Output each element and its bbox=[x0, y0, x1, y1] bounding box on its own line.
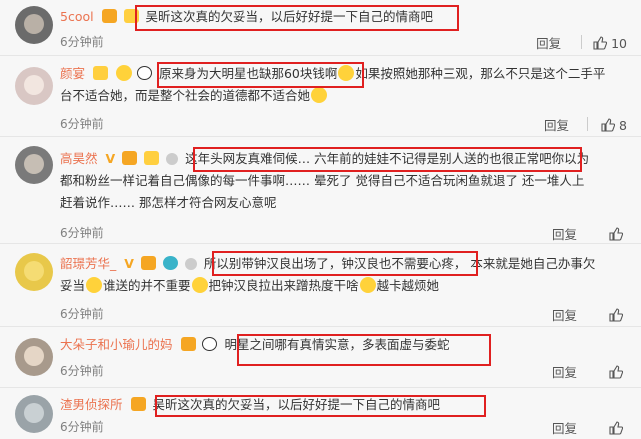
comment-feed: 5cool 吴昕这次真的欠妥当，以后好好提一下自己的情商吧 6分钟前 回复 10… bbox=[0, 0, 641, 439]
vip-badge-icon bbox=[130, 397, 146, 411]
comment-item: 5cool 吴昕这次真的欠妥当，以后好好提一下自己的情商吧 6分钟前 回复 10 bbox=[0, 0, 641, 56]
comment-text: 越卡越烦她 bbox=[376, 278, 440, 293]
ring-badge-icon bbox=[166, 153, 179, 165]
comment-item: 大朵子和小瑜儿的妈 明星之间哪有真情实意，多表面虚与委蛇 6分钟前 回复 bbox=[0, 328, 641, 388]
avatar[interactable] bbox=[15, 67, 53, 105]
comment-text: 赶着说作…… 那怎样才符合网友心意呢 bbox=[60, 195, 277, 210]
smile-emoji-icon bbox=[338, 65, 355, 81]
tongue-emoji-icon bbox=[359, 277, 376, 293]
username-link[interactable]: 韶璟芳华_ bbox=[60, 256, 116, 271]
like-count: 8 bbox=[619, 118, 627, 133]
comment-text: 这年头网友真难伺候… 六年前的娃娃不记得是别人送的也很正常吧 bbox=[185, 151, 552, 166]
smile-emoji-icon bbox=[115, 65, 132, 81]
timestamp: 6分钟前 bbox=[60, 364, 104, 378]
comment-text: 所以别带钟汉良出场了，钟汉良也不需要心疼， bbox=[203, 256, 467, 271]
timestamp: 6分钟前 bbox=[60, 35, 104, 49]
comment-text: 本来就是她自己办事欠 bbox=[470, 256, 596, 271]
reply-button[interactable]: 回复 bbox=[536, 36, 561, 51]
username-link[interactable]: 高昊然 bbox=[60, 151, 98, 166]
avatar[interactable] bbox=[15, 253, 53, 291]
vip-badge-icon bbox=[101, 9, 117, 23]
comment-text: 台不适合她，而是整个社会的道德都不适合她 bbox=[60, 88, 311, 103]
thumbs-up-icon bbox=[609, 421, 623, 435]
vip-badge-icon bbox=[180, 337, 196, 351]
verified-v-icon: V bbox=[124, 256, 134, 271]
like-button[interactable] bbox=[609, 227, 627, 242]
timestamp: 6分钟前 bbox=[60, 307, 104, 321]
cry-emoji-icon bbox=[86, 277, 103, 293]
username-link[interactable]: 大朵子和小瑜儿的妈 bbox=[60, 337, 173, 352]
verified-v-icon: V bbox=[105, 151, 116, 166]
doge-emoji-icon bbox=[191, 277, 208, 293]
vip-badge-icon bbox=[122, 151, 138, 165]
timestamp: 6分钟前 bbox=[60, 420, 104, 434]
like-button[interactable] bbox=[609, 308, 627, 323]
comment-text: 吴昕这次真的欠妥当，以后好好提一下自己的情商吧 bbox=[152, 397, 440, 412]
comment-text: 谁送的并不重要 bbox=[103, 278, 191, 293]
panda-badge-icon bbox=[136, 66, 152, 80]
like-button[interactable] bbox=[609, 365, 627, 380]
like-count: 10 bbox=[611, 36, 627, 51]
comment-item: 高昊然 V 这年头网友真难伺候… 六年前的娃娃不记得是别人送的也很正常吧你以为 … bbox=[0, 138, 641, 244]
comment-text: 明星之间哪有真情实意，多表面虚与委蛇 bbox=[224, 337, 450, 352]
thumbs-up-icon bbox=[609, 227, 623, 241]
reply-button[interactable]: 回复 bbox=[552, 227, 577, 242]
like-button[interactable]: 8 bbox=[601, 118, 627, 133]
panda-badge-icon bbox=[202, 337, 218, 351]
comment-text: 如果按照她那种三观，那么不只是这个二手平 bbox=[355, 66, 606, 81]
emoji-badge-icon bbox=[144, 151, 160, 165]
comment-text: 吴昕这次真的欠妥当，以后好好提一下自己的情商吧 bbox=[145, 9, 434, 24]
username-link[interactable]: 渣男侦探所 bbox=[60, 397, 123, 412]
comment-text: 原来身为大明星也缺那60块钱啊 bbox=[158, 66, 338, 81]
emoji-badge-icon bbox=[123, 9, 139, 23]
like-button[interactable] bbox=[609, 421, 627, 436]
thumbs-up-icon bbox=[593, 36, 608, 50]
comment-text: 妥当 bbox=[60, 278, 86, 293]
comment-text: 把钟汉良拉出来蹭热度干啥 bbox=[208, 278, 359, 293]
reply-button[interactable]: 回复 bbox=[544, 118, 569, 133]
reply-button[interactable]: 回复 bbox=[552, 365, 577, 380]
like-button[interactable]: 10 bbox=[593, 36, 627, 51]
thumbs-up-icon bbox=[609, 308, 623, 322]
timestamp: 6分钟前 bbox=[60, 117, 104, 131]
comment-text: 你以为 bbox=[551, 151, 590, 166]
thumbs-up-icon bbox=[609, 365, 623, 379]
thumbs-up-icon bbox=[601, 118, 616, 132]
timestamp: 6分钟前 bbox=[60, 226, 104, 240]
comment-text: 都和粉丝一样记着自己偶像的每一件事啊…… 晕死了 觉得自己不适合玩闲鱼就退了 还… bbox=[60, 173, 585, 188]
avatar[interactable] bbox=[15, 6, 53, 44]
avatar[interactable] bbox=[15, 338, 53, 376]
comment-item: 颜宴 原来身为大明星也缺那60块钱啊 如果按照她那种三观，那么不只是这个二手平 台… bbox=[0, 57, 641, 137]
username-link[interactable]: 5cool bbox=[60, 9, 94, 24]
vip-badge-icon bbox=[140, 256, 156, 270]
comment-item: 韶璟芳华_ V 所以别带钟汉良出场了，钟汉良也不需要心疼， 本来就是她自己办事欠… bbox=[0, 245, 641, 327]
username-link[interactable]: 颜宴 bbox=[60, 66, 85, 81]
ring-badge-icon bbox=[184, 258, 197, 270]
comment-item: 渣男侦探所 吴昕这次真的欠妥当，以后好好提一下自己的情商吧 6分钟前 回复 bbox=[0, 389, 641, 439]
avatar[interactable] bbox=[15, 146, 53, 184]
camera-badge-icon bbox=[162, 256, 178, 270]
food-badge-icon bbox=[93, 66, 108, 80]
avatar[interactable] bbox=[15, 395, 53, 433]
reply-button[interactable]: 回复 bbox=[552, 421, 577, 436]
reply-button[interactable]: 回复 bbox=[552, 308, 577, 323]
laugh-emoji-icon bbox=[311, 87, 328, 103]
